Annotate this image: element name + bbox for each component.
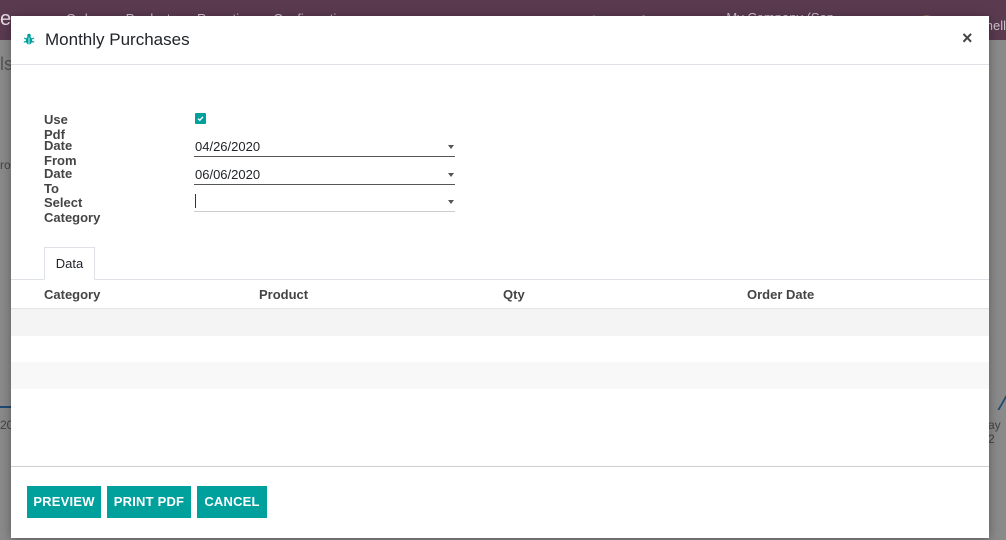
- column-header-category[interactable]: Category: [44, 287, 100, 302]
- date-from-value: 04/26/2020: [195, 139, 261, 154]
- bug-icon: [22, 32, 36, 46]
- check-icon: [197, 116, 204, 122]
- date-to-value: 06/06/2020: [195, 167, 261, 182]
- chevron-down-icon: [448, 145, 454, 149]
- date-from-field[interactable]: 04/26/2020: [194, 136, 455, 157]
- preview-button[interactable]: PREVIEW: [27, 486, 101, 518]
- select-category-label: Select Category: [44, 195, 101, 225]
- table-row: [11, 336, 989, 363]
- tab-data[interactable]: Data: [44, 247, 95, 280]
- table-row: [11, 362, 989, 389]
- background-axis-label-right: ay 2: [988, 418, 1001, 446]
- data-table-header: Category Product Qty Order Date: [11, 280, 989, 309]
- dialog-title: Monthly Purchases: [45, 30, 190, 49]
- close-button[interactable]: ×: [962, 28, 973, 48]
- cancel-button[interactable]: CANCEL: [197, 486, 267, 518]
- date-to-label: Date To: [44, 166, 73, 196]
- print-pdf-button[interactable]: PRINT PDF: [107, 486, 191, 518]
- monthly-purchases-dialog: Monthly Purchases × Use Pdf Date From 04…: [11, 16, 989, 538]
- date-to-field[interactable]: 06/06/2020: [194, 164, 455, 185]
- column-header-qty[interactable]: Qty: [503, 287, 525, 302]
- chevron-down-icon: [448, 200, 454, 204]
- text-cursor: [195, 194, 196, 208]
- column-header-product[interactable]: Product: [259, 287, 308, 302]
- date-from-label: Date From: [44, 138, 77, 168]
- chevron-down-icon: [448, 173, 454, 177]
- dialog-header: Monthly Purchases ×: [11, 16, 989, 65]
- brand-fragment: e: [0, 8, 12, 30]
- select-category-field[interactable]: [194, 192, 455, 212]
- use-pdf-checkbox[interactable]: [195, 113, 206, 124]
- table-row: [11, 309, 989, 336]
- column-header-order-date[interactable]: Order Date: [747, 287, 814, 302]
- dialog-footer: PREVIEW PRINT PDF CANCEL: [11, 466, 989, 539]
